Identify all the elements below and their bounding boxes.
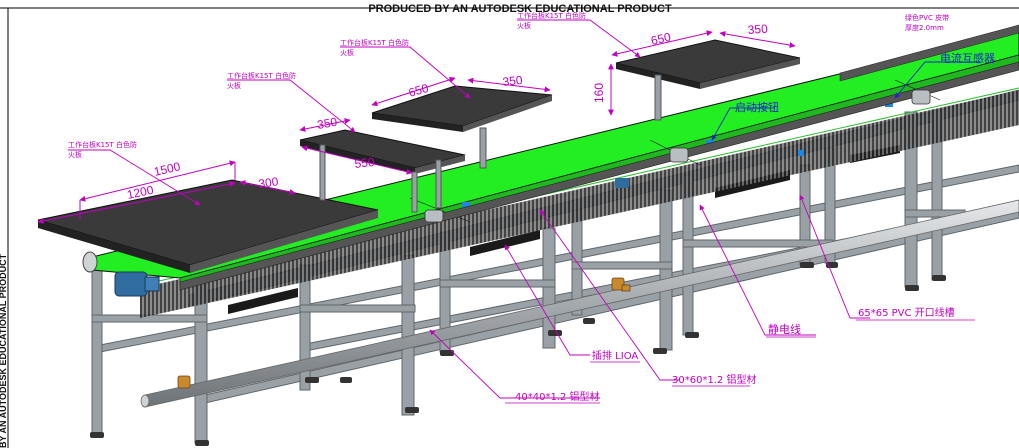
pvc-belt-label-line2: 厚度2.0mm <box>905 23 944 32</box>
workstation-4-label-line2: 火板 <box>517 21 531 30</box>
socket-label: 插排 LIOA <box>592 349 638 362</box>
workstation-2-label-line2: 火板 <box>227 81 241 90</box>
workstation-2-label-line1: 工作台板K15T 白色防 <box>227 71 296 80</box>
dim-350-c: 350 <box>747 22 768 37</box>
static-wire-label: 静电线 <box>768 322 801 336</box>
dim-650-b: 650 <box>650 30 673 48</box>
dim-300: 300 <box>257 174 279 191</box>
profile-40x40-label: 40*40*1.2 铝型材 <box>515 390 600 403</box>
dim-350-a: 350 <box>316 115 338 132</box>
pvc-belt-label-line1: 绿色PVC 皮带 <box>905 13 949 22</box>
dim-550: 550 <box>354 155 376 171</box>
trunking-label: 65*65 PVC 开口线槽 <box>858 306 955 319</box>
conveyor-drawing: PRODUCED BY AN AUTODESK EDUCATIONAL PROD… <box>0 3 1019 448</box>
start-button-label: 启动按钮 <box>735 100 779 114</box>
label-underlines <box>505 319 975 404</box>
dim-350-b: 350 <box>502 73 524 89</box>
workstation-1-label-line1: 工作台板K15T 白色防 <box>68 140 137 149</box>
workstation-1-label-line2: 火板 <box>68 150 82 159</box>
dim-160: 160 <box>592 83 606 103</box>
watermark-side: BY AN AUTODESK EDUCATIONAL PRODUCT <box>0 253 8 448</box>
workstation-4-label-line1: 工作台板K15T 白色防 <box>517 11 586 20</box>
current-transformer-label: 电流互感器 <box>940 51 995 65</box>
profile-30x60-label: 30*60*1.2 铝型材 <box>672 373 757 386</box>
workstation-3-label-line1: 工作台板K15T 白色防 <box>340 38 409 47</box>
workstation-3-label-line2: 火板 <box>340 48 354 57</box>
